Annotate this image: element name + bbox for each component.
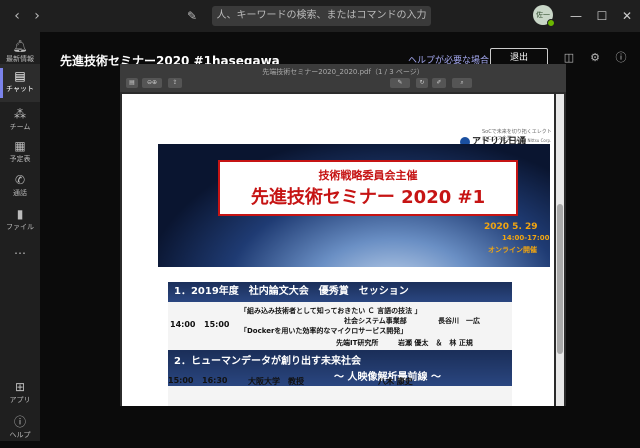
chevron-right-icon: › [34,8,40,24]
zoom-icon[interactable]: ⊖⊕ [142,78,162,88]
pdf-toolbar: 先端技術セミナー2020_2020.pdf（1 / 3 ページ） ▤ ⊖⊕ ⇪ … [120,64,566,92]
talk3-speaker: 八木 康史 [378,377,413,386]
rail-label: チーム [9,123,31,131]
search-icon[interactable]: ⌕ [452,78,472,88]
apps-icon: ⊞ [14,380,26,394]
help-icon: ⓘ [13,415,26,429]
chevron-left-icon: ‹ [14,8,20,24]
rail-item-apps[interactable]: ⊞ アプリ [0,375,40,413]
avatar-initials: 佐一 [536,11,550,19]
maximize-button[interactable]: ☐ [592,6,612,26]
talk2-speaker: 岩瀬 優太 ＆ 林 正規 [398,339,473,347]
shared-screen: 先端技術セミナー2020_2020.pdf（1 / 3 ページ） ▤ ⊖⊕ ⇪ … [120,64,566,406]
avatar[interactable]: 佐一 [533,5,555,27]
chat-icon: ▤ [14,69,26,83]
sidebar-toggle-icon[interactable]: ▤ [126,78,138,88]
scrollbar-thumb[interactable] [557,204,563,354]
talk2-dept: 先端IT研究所 [336,339,379,347]
rail-item-help[interactable]: ⓘ ヘルプ [0,410,40,448]
compose-icon: ✎ [186,9,198,23]
minimize-button[interactable]: — [566,6,586,26]
banner-date: 2020 5. 29 [484,222,538,232]
talk1-dept: 社会システム事業部 [344,317,407,325]
phone-icon: ✆ [14,173,26,187]
section1-header: 1．2019年度 社内論文大会 優秀賞 セッション [168,282,512,302]
app-rail: 🔔︎ 最新情報 ▤ チャット ⁂ チーム ▦ 予定表 ✆ 通話 ▮ ファイル …… [0,32,40,441]
rail-item-calendar[interactable]: ▦ 予定表 [0,134,40,172]
markup-icon[interactable]: ✐ [432,78,446,88]
rail-label: アプリ [9,396,31,404]
section2-start-time: 15:00 [168,376,194,385]
more-icon: … [14,243,26,257]
talk2-title: 「Dockerを用いた効率的なマイクロサービス開発」 [240,327,408,335]
search-input[interactable]: 人、キーワードの検索、またはコマンドの入力 [212,6,431,26]
forward-button[interactable]: › [28,7,46,25]
pdf-page: SoCで未来を切り拓くエレクトロニクス企業 アドリル日通 Adrill Nitt… [122,94,554,406]
gear-icon[interactable]: ⚙ [588,51,602,65]
talk1-title: 「組み込み技術者として知っておきたい Ｃ 言語の技法 」 [240,307,422,315]
section2-schedule [168,386,512,406]
section2-title: 2．ヒューマンデータが創り出す未来社会 [174,356,361,367]
logo-subtitle: Adrill Nittsu Corp. [516,138,552,143]
title-bar: ‹ › ✎ 人、キーワードの検索、またはコマンドの入力 佐一 — ☐ ✕ [0,0,640,32]
participants-icon[interactable]: ◫ [562,51,576,65]
rail-item-more[interactable]: … [0,238,40,276]
calendar-icon: ▦ [14,139,26,153]
file-icon: ▮ [16,207,24,221]
pdf-window-title: 先端技術セミナー2020_2020.pdf（1 / 3 ページ） [262,68,424,76]
section1-end: 15:00 [204,320,230,329]
rail-item-chat[interactable]: ▤ チャット [0,64,40,102]
banner-title-box: 技術戦略委員会主催 先進技術セミナー 2020 #1 [218,160,518,216]
back-button[interactable]: ‹ [8,7,26,25]
rail-label: チャット [6,85,34,93]
close-button[interactable]: ✕ [617,6,637,26]
teams-icon: ⁂ [14,107,26,121]
banner-subtitle: 技術戦略委員会主催 [318,169,418,182]
banner-title: 先進技術セミナー 2020 #1 [250,187,486,208]
rail-label: 予定表 [9,155,31,163]
section2-end-time: 16:30 [202,376,228,385]
compose-button[interactable]: ✎ [184,8,200,24]
rail-item-files[interactable]: ▮ ファイル [0,202,40,240]
presence-indicator [547,19,555,27]
talk1-speaker: 長谷川 一広 [438,317,480,325]
share-icon[interactable]: ⇪ [168,78,182,88]
banner-time: 14:00-17:00 [502,234,550,242]
rail-item-calls[interactable]: ✆ 通話 [0,168,40,206]
pen-icon[interactable]: ✎ [390,78,410,88]
rail-label: ヘルプ [9,431,31,439]
info-icon[interactable]: ⓘ [614,51,628,65]
rail-label: ファイル [6,223,34,231]
rail-label: 通話 [13,189,27,197]
rotate-icon[interactable]: ↻ [416,78,428,88]
talk3-affiliation: 大阪大学 教授 [248,377,304,386]
page-scrollbar[interactable] [556,94,564,406]
banner-online: オンライン開催 [488,246,537,254]
bell-icon: 🔔︎ [12,39,28,53]
rail-label: 最新情報 [6,55,34,63]
section1-start: 14:00 [170,320,196,329]
